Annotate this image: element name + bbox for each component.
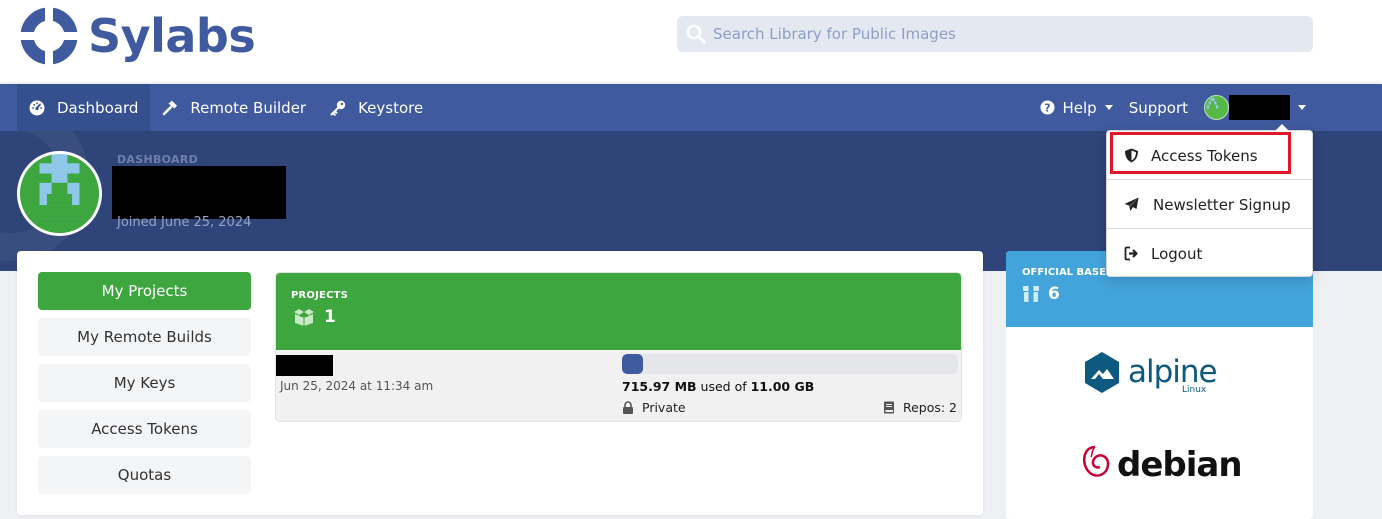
chevron-down-icon xyxy=(1104,105,1113,110)
project-card[interactable]: PROJECTS 1 Jun 25, 2024 at 11:34 am 715.… xyxy=(275,272,962,422)
svg-text:Linux: Linux xyxy=(1182,385,1207,395)
redacted-project-name xyxy=(276,355,333,376)
dashboard-icon xyxy=(29,100,45,115)
nav-help[interactable]: ? Help xyxy=(1039,98,1113,117)
usage-used: 715.97 MB xyxy=(622,379,697,394)
visibility-label: Private xyxy=(642,400,686,415)
menu-item-logout-label: Logout xyxy=(1151,244,1203,263)
sidebar-item-my-keys[interactable]: My Keys xyxy=(38,364,251,402)
avatar xyxy=(1204,95,1229,120)
brand-name: Sylabs xyxy=(88,9,256,63)
menu-item-access-tokens-label: Access Tokens xyxy=(1151,146,1258,165)
visibility-status: Private xyxy=(622,400,686,415)
box-icon xyxy=(1023,286,1039,302)
nav-support-label: Support xyxy=(1128,98,1188,117)
storage-usage-fill xyxy=(622,354,644,374)
menu-item-newsletter-signup-label: Newsletter Signup xyxy=(1153,195,1291,214)
sidebar-item-my-projects[interactable]: My Projects xyxy=(38,272,251,310)
joined-date: Joined June 25, 2024 xyxy=(117,215,252,230)
repos-count: Repos: 2 xyxy=(883,400,957,415)
menu-item-access-tokens[interactable]: Access Tokens xyxy=(1107,131,1312,180)
search-bar[interactable] xyxy=(677,16,1313,52)
top-header: Sylabs xyxy=(0,0,1382,84)
repos-label: Repos: 2 xyxy=(902,400,957,415)
project-card-header: PROJECTS 1 xyxy=(276,273,961,350)
projects-count: 1 xyxy=(292,307,336,327)
sidebar-item-access-tokens[interactable]: Access Tokens xyxy=(38,410,251,448)
main-navbar: Dashboard Remote Builder Keystore ? Help xyxy=(0,84,1382,131)
nav-remote-builder[interactable]: Remote Builder xyxy=(150,84,318,131)
lock-icon xyxy=(623,401,633,414)
dashboard-card: My Projects My Remote Builds My Keys Acc… xyxy=(17,251,983,515)
nav-support[interactable]: Support xyxy=(1129,99,1188,117)
project-date: Jun 25, 2024 at 11:34 am xyxy=(280,379,434,393)
identicon-image xyxy=(20,154,99,233)
projects-label: PROJECTS xyxy=(291,290,349,301)
boxes-icon xyxy=(294,309,314,326)
sidebar-item-quotas[interactable]: Quotas xyxy=(38,456,251,494)
dropdown-arrow xyxy=(1275,124,1289,131)
nav-dashboard[interactable]: Dashboard xyxy=(17,84,151,131)
question-circle-icon: ? xyxy=(1039,100,1055,115)
redacted-username xyxy=(1229,95,1290,120)
user-dropdown-menu: Access Tokens Newsletter Signup Logout xyxy=(1106,124,1313,278)
user-menu-toggle[interactable] xyxy=(1204,95,1306,120)
shield-icon xyxy=(1125,148,1138,163)
search-input[interactable] xyxy=(713,25,1303,43)
nav-remote-builder-label: Remote Builder xyxy=(190,98,307,117)
section-label: DASHBOARD xyxy=(117,153,199,166)
hammer-icon xyxy=(163,100,178,115)
menu-item-newsletter-signup[interactable]: Newsletter Signup xyxy=(1107,180,1312,229)
chevron-down-icon xyxy=(1298,105,1306,110)
paper-plane-icon xyxy=(1124,197,1139,211)
debian-logo[interactable]: debian xyxy=(1081,439,1241,489)
identicon-image xyxy=(1205,96,1220,111)
sidebar-item-my-remote-builds[interactable]: My Remote Builds xyxy=(38,318,251,356)
logout-icon xyxy=(1124,246,1138,261)
official-images-count: 6 xyxy=(1022,284,1060,304)
official-images-count-value: 6 xyxy=(1048,284,1060,304)
profile-avatar xyxy=(17,151,102,236)
menu-item-logout[interactable]: Logout xyxy=(1107,229,1312,278)
usage-total: 11.00 GB xyxy=(750,379,815,394)
sylabs-logo-icon xyxy=(20,7,78,65)
usage-middle: used of xyxy=(696,379,751,394)
official-images-card: OFFICIAL BASE I 6 alpine Linux debian xyxy=(1006,251,1313,519)
redacted-display-name xyxy=(112,166,286,219)
book-icon xyxy=(883,401,894,414)
sylabs-logo[interactable]: Sylabs xyxy=(20,6,256,66)
storage-usage-bar xyxy=(622,354,958,374)
storage-usage-text: 715.97 MB used of 11.00 GB xyxy=(622,379,814,394)
svg-text:debian: debian xyxy=(1117,445,1241,485)
nav-keystore[interactable]: Keystore xyxy=(318,84,435,131)
official-images-label: OFFICIAL BASE I xyxy=(1022,267,1114,278)
nav-keystore-label: Keystore xyxy=(358,98,424,117)
search-icon xyxy=(686,24,706,44)
key-icon xyxy=(330,100,346,116)
svg-text:?: ? xyxy=(1044,102,1050,114)
nav-dashboard-label: Dashboard xyxy=(57,98,139,117)
nav-help-label: Help xyxy=(1062,98,1097,117)
alpine-linux-logo[interactable]: alpine Linux xyxy=(1082,351,1242,397)
projects-count-value: 1 xyxy=(324,307,336,327)
